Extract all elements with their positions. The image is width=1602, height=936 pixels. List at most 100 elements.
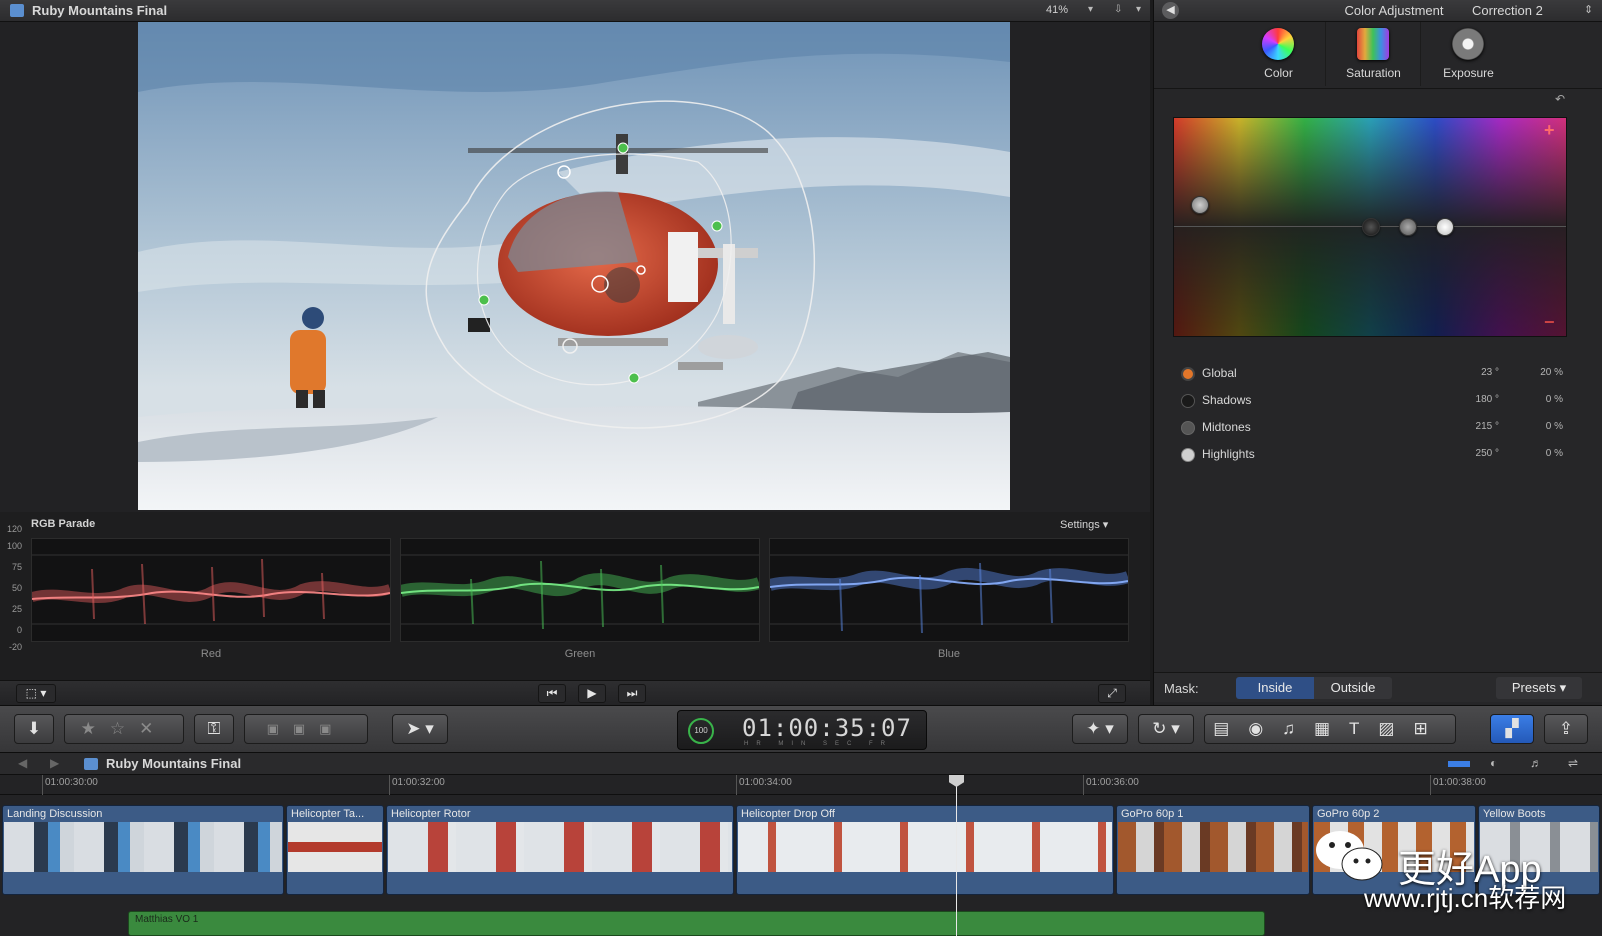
edit-buttons[interactable]: ▣▣▣ bbox=[244, 714, 368, 744]
scope-title: RGB Parade bbox=[31, 518, 96, 530]
back-arrow-icon[interactable]: ◀ bbox=[18, 756, 27, 770]
forward-arrow-icon[interactable]: ▶ bbox=[50, 756, 59, 770]
scope-settings-menu[interactable]: Settings ▾ bbox=[1060, 518, 1108, 531]
play-button[interactable]: ▶ bbox=[578, 684, 606, 703]
dashboard-timecode[interactable]: 100 01:00:35:07 HR MIN SEC FR bbox=[677, 710, 927, 750]
scope-y-tick: 120 bbox=[6, 524, 22, 534]
highlights-puck[interactable] bbox=[1436, 218, 1454, 236]
presets-menu[interactable]: Presets ▾ bbox=[1496, 677, 1582, 699]
shadows-puck[interactable] bbox=[1362, 218, 1380, 236]
range-percent: 20 % bbox=[1540, 367, 1563, 378]
rgb-parade-scope: RGB Parade Settings ▾ 120 100 75 50 25 0… bbox=[0, 512, 1150, 680]
range-angle: 215 ° bbox=[1475, 421, 1499, 432]
range-label: Highlights bbox=[1202, 447, 1255, 461]
browser-buttons[interactable]: ▤◉♫▦T▨⊞ bbox=[1204, 714, 1456, 744]
range-label: Shadows bbox=[1202, 393, 1252, 407]
range-label: Global bbox=[1202, 366, 1237, 380]
plus-icon: + bbox=[1544, 120, 1555, 140]
previous-edit-button[interactable]: ⏮ bbox=[538, 684, 566, 703]
range-row-shadows[interactable]: Shadows 180 ° 0 % bbox=[1181, 391, 1571, 411]
presets-label: Presets bbox=[1511, 680, 1556, 695]
tab-saturation[interactable]: Saturation bbox=[1326, 22, 1421, 86]
scope-y-tick: 25 bbox=[11, 604, 22, 614]
rating-buttons[interactable]: ★☆✕ bbox=[64, 714, 184, 744]
tab-color[interactable]: Color bbox=[1231, 22, 1326, 86]
inspector-tabs: Color Saturation Exposure bbox=[1231, 22, 1517, 86]
tab-color-label: Color bbox=[1264, 66, 1293, 80]
reset-icon[interactable]: ↶ bbox=[1555, 92, 1565, 106]
color-board[interactable]: + − bbox=[1173, 117, 1567, 337]
range-row-midtones[interactable]: Midtones 215 ° 0 % bbox=[1181, 418, 1571, 438]
share-icon[interactable]: ⇪ bbox=[1544, 714, 1588, 744]
playhead[interactable] bbox=[956, 775, 957, 936]
blue-waveform bbox=[768, 554, 1131, 634]
view-options-icon[interactable]: ⇩ bbox=[1114, 4, 1122, 15]
import-icon[interactable]: ⬇ bbox=[14, 714, 54, 744]
tab-exposure[interactable]: Exposure bbox=[1421, 22, 1516, 86]
range-row-highlights[interactable]: Highlights 250 ° 0 % bbox=[1181, 445, 1571, 465]
timeline-title: Ruby Mountains Final bbox=[106, 756, 242, 771]
tab-saturation-label: Saturation bbox=[1346, 66, 1401, 80]
ruler-tick bbox=[1083, 775, 1084, 795]
retime-icon[interactable]: ↻ ▾ bbox=[1138, 714, 1194, 744]
next-edit-button[interactable]: ⏭ bbox=[618, 684, 646, 703]
clip-thumbnails bbox=[388, 822, 732, 872]
timeline-clip[interactable]: Helicopter Ta... bbox=[286, 805, 384, 895]
enhance-icon[interactable]: ✦ ▾ bbox=[1072, 714, 1128, 744]
audio-clip[interactable]: Matthias VO 1 bbox=[128, 911, 1265, 936]
correction-menu-icon[interactable]: ⇕ bbox=[1584, 3, 1593, 16]
correction-name: Correction 2 bbox=[1472, 3, 1543, 18]
minus-icon: − bbox=[1544, 312, 1555, 332]
ruler-tick bbox=[1430, 775, 1431, 795]
video-frame[interactable] bbox=[138, 22, 1010, 510]
viewer-titlebar: Ruby Mountains Final 41% ▾ ⇩ ▾ bbox=[0, 0, 1150, 22]
blue-channel-trace bbox=[768, 538, 1131, 642]
project-icon bbox=[10, 4, 24, 17]
timecode-units: HR MIN SEC FR bbox=[744, 741, 893, 747]
scope-y-tick: 50 bbox=[11, 583, 22, 593]
tab-exposure-label: Exposure bbox=[1443, 66, 1494, 80]
skimming-icon[interactable]: ⇌ bbox=[1568, 756, 1578, 770]
zoom-level-menu[interactable]: 41% bbox=[1046, 4, 1068, 16]
ruler-label: 01:00:36:00 bbox=[1086, 777, 1139, 788]
view-options-button[interactable]: ⬚ ▾ bbox=[16, 684, 56, 703]
mask-inside-button[interactable]: Inside bbox=[1236, 677, 1314, 699]
timeline-clip[interactable]: Helicopter Drop Off bbox=[736, 805, 1114, 895]
keyword-icon[interactable]: ⚿ bbox=[194, 714, 234, 744]
global-puck[interactable] bbox=[1191, 196, 1209, 214]
fullscreen-icon[interactable]: ⤢ bbox=[1098, 684, 1126, 703]
timeline-clip[interactable]: Landing Discussion bbox=[2, 805, 284, 895]
timecode-display: 01:00:35:07 bbox=[742, 714, 912, 742]
midtones-puck[interactable] bbox=[1399, 218, 1417, 236]
timeline-clip[interactable]: GoPro 60p 1 bbox=[1116, 805, 1310, 895]
select-tool-icon[interactable]: ➤ ▾ bbox=[392, 714, 448, 744]
inspector-toggle-icon[interactable]: ▞ bbox=[1490, 714, 1534, 744]
inspector-divider bbox=[1154, 88, 1602, 89]
ruler-label: 01:00:32:00 bbox=[392, 777, 445, 788]
inspector-panel: ◀ Color Adjustment Correction 2 ⇕ Color … bbox=[1153, 0, 1602, 705]
range-angle: 180 ° bbox=[1475, 394, 1499, 405]
clip-thumbnails bbox=[4, 822, 282, 872]
chevron-down-icon[interactable]: ▾ bbox=[1088, 4, 1093, 15]
green-channel-trace bbox=[399, 538, 762, 642]
scope-settings-label: Settings bbox=[1060, 519, 1100, 531]
timeline-clip[interactable]: Helicopter Rotor bbox=[386, 805, 734, 895]
color-wheel-icon bbox=[1262, 28, 1294, 60]
scope-label-green: Green bbox=[564, 648, 596, 660]
clip-appearance-icon[interactable] bbox=[1448, 761, 1470, 767]
mask-outside-button[interactable]: Outside bbox=[1314, 677, 1392, 699]
shadows-range-icon bbox=[1181, 394, 1195, 408]
red-channel-trace bbox=[30, 538, 392, 642]
red-waveform bbox=[30, 554, 392, 625]
range-row-global[interactable]: Global 23 ° 20 % bbox=[1181, 364, 1571, 384]
background-tasks-gauge[interactable]: 100 bbox=[688, 718, 714, 744]
zoom-icon[interactable]: ◐ bbox=[1490, 756, 1497, 770]
transport-bar: ⬚ ▾ ⏮ ▶ ⏭ ⤢ bbox=[0, 680, 1150, 705]
timeline-ruler[interactable]: 01:00:30:00 01:00:32:00 01:00:34:00 01:0… bbox=[0, 775, 1602, 795]
range-angle: 250 ° bbox=[1475, 448, 1499, 459]
main-toolbar: ⬇ ★☆✕ ⚿ ▣▣▣ ➤ ▾ 100 01:00:35:07 HR MIN S… bbox=[0, 705, 1602, 753]
back-arrow-icon[interactable]: ◀ bbox=[1162, 2, 1179, 19]
audio-skimming-icon[interactable]: ♬ bbox=[1530, 756, 1542, 770]
ruler-tick bbox=[42, 775, 43, 795]
chevron-down-icon[interactable]: ▾ bbox=[1136, 4, 1141, 15]
